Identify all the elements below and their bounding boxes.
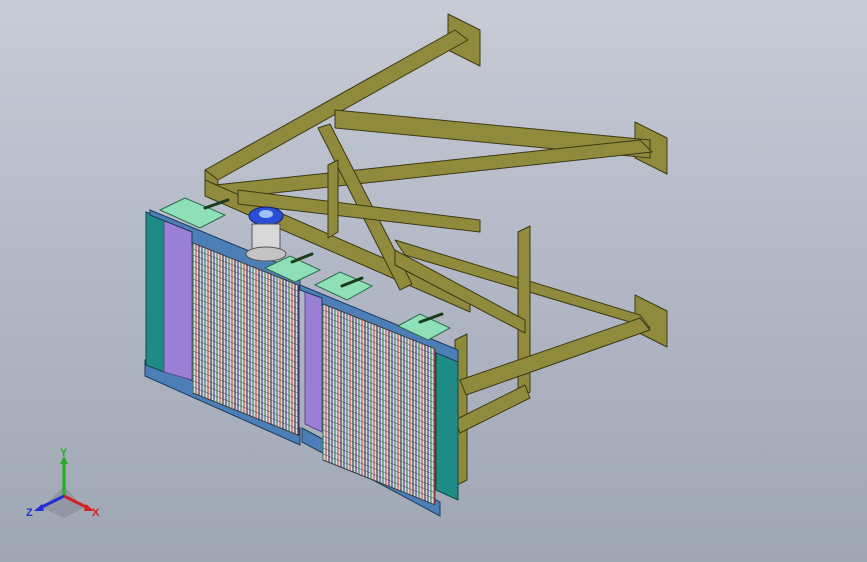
cad-viewport[interactable]: Y X Z (0, 0, 867, 562)
beam-bottom-1 (459, 317, 651, 396)
valve-flange (245, 246, 287, 262)
cad-model[interactable] (0, 0, 867, 562)
orientation-triad[interactable]: Y X Z (22, 448, 106, 524)
z-axis-arrow (34, 504, 44, 511)
valve-assembly[interactable] (245, 206, 287, 262)
panel-right-side-purple (304, 289, 323, 433)
panel-right-side-teal (435, 349, 459, 501)
y-axis-label: Y (60, 448, 68, 459)
x-axis-label: X (92, 507, 100, 519)
z-axis-label: Z (26, 507, 33, 519)
beam-middle (214, 139, 653, 199)
panel-left-side-teal (145, 211, 165, 373)
valve-handwheel-hub (259, 210, 273, 218)
filter-panel-right[interactable] (299, 271, 459, 517)
panel-left-side-purple (163, 217, 193, 381)
post-mid (327, 159, 339, 239)
